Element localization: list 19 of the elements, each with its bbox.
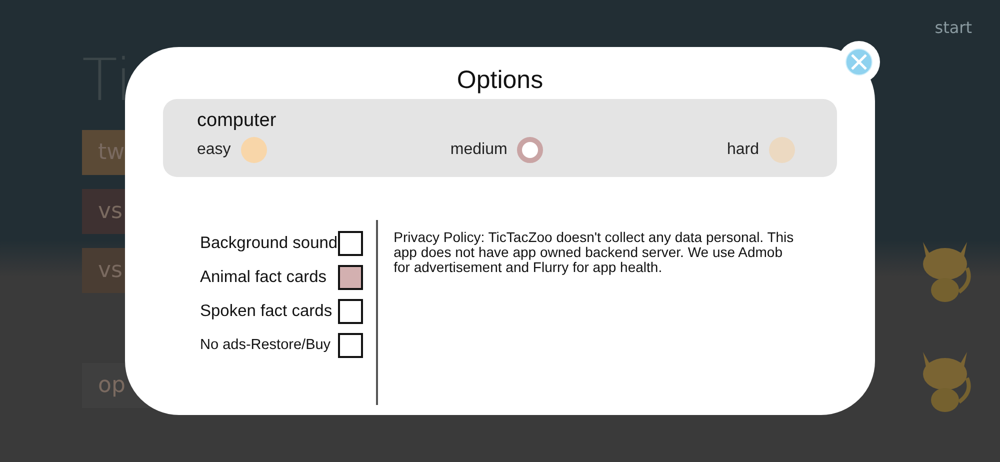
start-link[interactable]: start (934, 18, 972, 37)
difficulty-option-label: medium (450, 141, 508, 159)
setting-label: Spoken fact cards (200, 302, 332, 320)
close-icon (845, 48, 873, 76)
radio-button[interactable] (768, 137, 795, 163)
checkbox[interactable] (338, 230, 363, 256)
radio-button[interactable] (240, 137, 267, 163)
difficulty-option-label: easy (197, 141, 231, 159)
checkbox[interactable] (338, 264, 363, 290)
dialog-title: Options (456, 65, 544, 96)
setting-label: Background sound (200, 234, 338, 252)
setting-label: No ads-Restore/Buy (200, 337, 331, 353)
checkbox[interactable] (338, 298, 363, 324)
checkbox[interactable] (338, 332, 363, 358)
radio-button[interactable] (517, 137, 544, 163)
setting-label: Animal fact cards (200, 268, 327, 286)
difficulty-label: computer (197, 109, 276, 133)
privacy-policy-text: Privacy Policy: TicTacZoo doesn't collect any data personal. This app does not have app owned backend server. We use Admob for advertisement and Flurry for app health. (392, 228, 795, 277)
difficulty-option-label: hard (726, 141, 759, 159)
